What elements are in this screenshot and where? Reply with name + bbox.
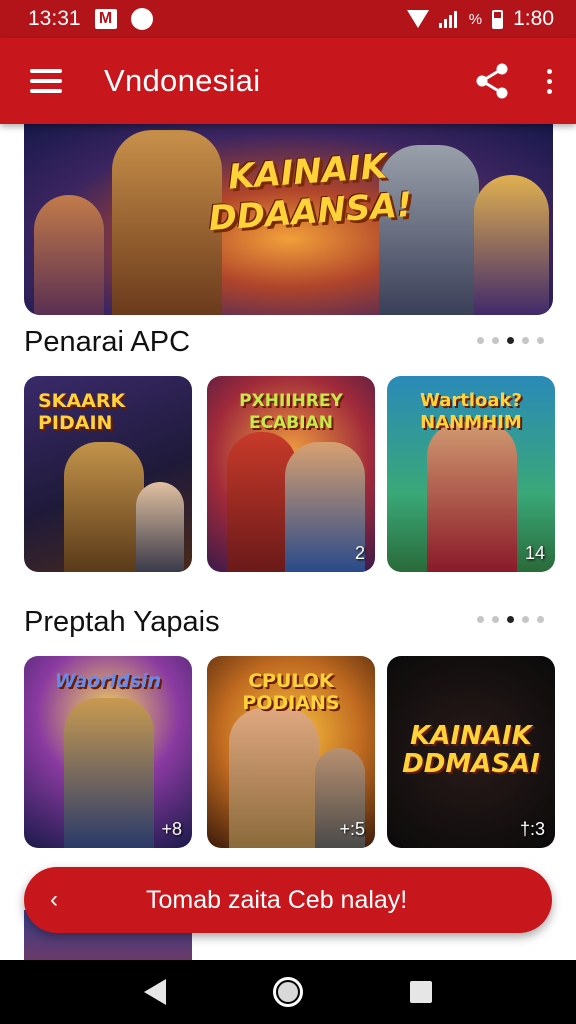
- card-character: [136, 482, 184, 572]
- card-title: SKAARK PIDAIN: [38, 390, 126, 434]
- game-card[interactable]: PXHIIHREY ECABIAN 2: [207, 376, 375, 572]
- card-badge: +:5: [339, 819, 365, 839]
- recents-icon[interactable]: [410, 981, 433, 1003]
- hero-banner[interactable]: KAINAIK DDAANSA!: [24, 124, 553, 315]
- signal-icon: [438, 10, 459, 28]
- back-icon[interactable]: [143, 979, 166, 1005]
- app-bar: Vndonesiai: [0, 38, 576, 124]
- card-title: Wartloak? NANMHIM: [420, 390, 522, 433]
- game-card[interactable]: Waorldsin +8: [24, 656, 192, 848]
- card-character: [427, 422, 517, 572]
- notification-circle-icon: [130, 8, 153, 30]
- status-time: 13:31: [28, 7, 81, 30]
- signal-percent: %: [468, 10, 483, 28]
- card-title: KAINAIK DDMASAI: [402, 721, 540, 779]
- card-character: [64, 442, 144, 572]
- card-badge: 2: [354, 543, 365, 563]
- card-character: [64, 698, 154, 848]
- hamburger-icon[interactable]: [30, 69, 62, 93]
- game-card[interactable]: CPULOK PODIANS +:5: [207, 656, 375, 848]
- promo-pill-label: Tomab zaita Ceb nalay!: [146, 885, 408, 914]
- hero-character-right: [474, 175, 549, 315]
- system-nav-bar: [0, 960, 576, 1024]
- card-badge: 14: [524, 543, 545, 563]
- game-card[interactable]: KAINAIK DDMASAI †:3: [387, 656, 555, 848]
- section-title-2: Preptah Yapais: [24, 606, 220, 638]
- promo-pill-button[interactable]: ‹ Tomab zaita Ceb nalay!: [24, 867, 552, 933]
- card-character: [229, 708, 319, 848]
- card-title: Waorldsin: [54, 670, 162, 692]
- home-icon[interactable]: [272, 977, 303, 1007]
- status-bar: 13:31 M % 1:80: [0, 0, 576, 38]
- game-card[interactable]: SKAARK PIDAIN: [24, 376, 192, 572]
- battery-text: 1:80: [513, 7, 554, 30]
- card-title: PXHIIHREY ECABIAN: [239, 391, 343, 433]
- mail-notification-icon: M: [94, 9, 117, 29]
- hero-character-left: [34, 195, 104, 315]
- card-badge: +8: [161, 819, 182, 839]
- battery-icon: [492, 9, 504, 29]
- chevron-left-icon: ‹: [50, 886, 58, 913]
- more-vert-icon[interactable]: [547, 68, 552, 94]
- game-card[interactable]: Wartloak? NANMHIM 14: [387, 376, 555, 572]
- wifi-icon: [406, 10, 429, 28]
- hero-title: KAINAIK DDAANSA!: [207, 146, 414, 240]
- card-title: CPULOK PODIANS: [242, 670, 340, 714]
- section-title-1: Penarai APC: [24, 326, 191, 358]
- carousel-indicator-2: [477, 616, 544, 623]
- card-badge: †:3: [519, 819, 545, 839]
- share-icon[interactable]: [475, 62, 509, 100]
- carousel-indicator-1: [477, 337, 544, 344]
- card-character: [285, 442, 365, 572]
- page-title: Vndonesiai: [104, 63, 261, 98]
